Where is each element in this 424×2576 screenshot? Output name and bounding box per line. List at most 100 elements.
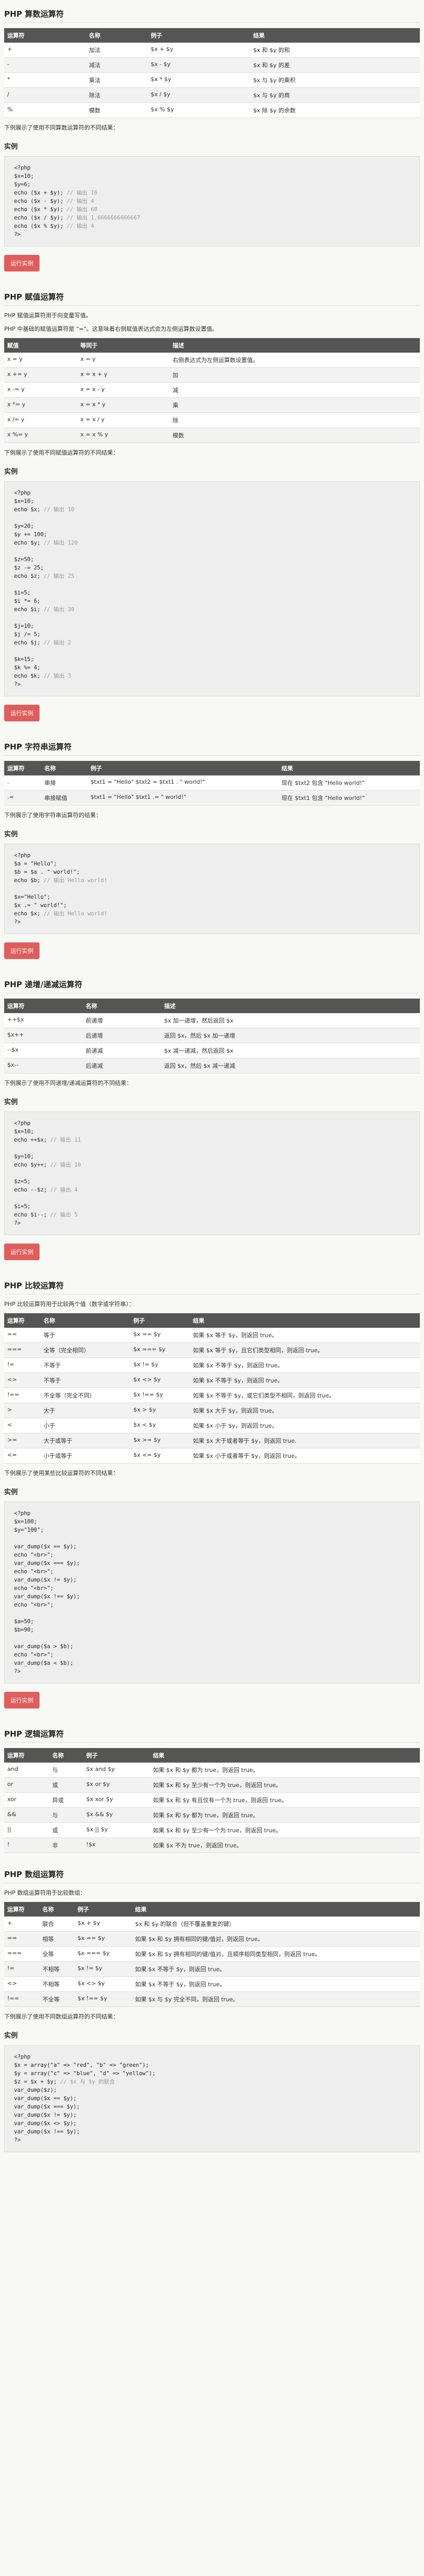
table-cell: 右侧表达式为左侧运算数设置值。 (169, 353, 420, 368)
example-note: 下例展示了使用不同算数运算符的不同结果： (4, 124, 119, 131)
table-row: x -= yx = x - y减 (4, 382, 420, 398)
table-row: != 不等于 $x != $y 如果 $x 不等于 $y，则返回 true。 (4, 1357, 420, 1373)
table-cell: x = x % y (77, 428, 170, 443)
code-line: $y=6; (14, 182, 31, 188)
run-example-button[interactable]: 运行实例 (4, 1692, 40, 1708)
column-header: 名称 (82, 999, 161, 1013)
table-cell: - (4, 57, 86, 73)
run-example-button[interactable]: 运行实例 (4, 1244, 40, 1260)
table-row: <> 不等于 $x <> $y 如果 $x 不等于 $y，则返回 true。 (4, 1373, 420, 1388)
code-line: echo $z; // 输出 25 (14, 573, 74, 579)
intro-text: PHP 中基础的赋值运算符是 "="。这意味着右侧赋值表达式会为左侧运算数设置值… (4, 326, 218, 332)
table-cell: 不相等 (39, 1961, 75, 1977)
table-cell: $x 和 $y 的联合（但不覆盖重复的键） (132, 1917, 420, 1932)
table-cell: xor (4, 1792, 49, 1808)
table-row: < 小于 $x < $y 如果 $x 小于 $y，则返回 true。 (4, 1418, 420, 1433)
code-line: echo $k; // 输出 3 (14, 673, 71, 679)
code-line: echo $y; // 输出 120 (14, 540, 78, 546)
table-cell: x += y (4, 367, 78, 383)
table-cell: ! (4, 1837, 49, 1853)
operator-table: 运算符 名称 例子 结果 == 等于 $x == $y 如果 $x 等于 $y，则返回 tru… (4, 1313, 420, 1464)
code-comment: // 输出 120 (43, 540, 78, 546)
operator-table: 运算符 名称 例子 结果. 串接 $txt1 = "Hello" $txt2 = $txt… (4, 761, 420, 806)
table-cell: x = y (77, 353, 170, 368)
table-cell: and (4, 1763, 49, 1778)
code-line: $j=10; (14, 623, 34, 629)
code-comment: // 输出 30 (43, 606, 74, 613)
section-1: PHP 赋值运算符 PHP 赋值运算符用于向变量写值。 PHP 中基础的赋值运算符是… (4, 291, 420, 726)
table-cell: . (4, 775, 42, 791)
table-cell: == (4, 1328, 41, 1343)
table-cell: >= (4, 1433, 41, 1448)
table-cell: $x-- (4, 1058, 83, 1073)
code-line: echo ($x * $y); // 输出 60 (14, 206, 98, 213)
table-cell: 与 (49, 1763, 83, 1778)
table-cell: 如果 $x 和 $y 有且仅有一个为 true，则返回 true。 (149, 1792, 420, 1808)
table-cell: 如果 $x 和 $y 至少有一个为 true，则返回 true。 (149, 1777, 420, 1793)
code-line: $i=5; (14, 590, 31, 596)
table-cell: 返回 $x，然后 $x 减一递减 (161, 1058, 420, 1073)
table-cell: x = x / y (77, 412, 170, 428)
table-cell: $x == $y (74, 1931, 132, 1947)
code-line: echo "<br>"; (14, 1552, 54, 1558)
table-row: == 相等 $x == $y 如果 $x 和 $y 拥有相同的键/值对，则返回 tru… (4, 1931, 420, 1947)
table-header-row: 运算符 名称 例子 结果 (4, 1313, 420, 1328)
table-cell: $x 与 $y 的商 (250, 87, 420, 103)
table-cell: 如果 $x 等于 $y，则返回 true。 (189, 1328, 420, 1343)
run-example-button[interactable]: 运行实例 (4, 942, 40, 959)
table-cell: 返回 $x，然后 $x 加一递增 (161, 1028, 420, 1043)
table-cell: 如果 $x 不等于 $y，或它们类型不相同，则返回 true。 (189, 1388, 420, 1403)
code-line: echo ($x % $y); // 输出 4 (14, 223, 94, 229)
code-comment: // 输出 10 (50, 1162, 81, 1168)
code-line: echo "<br>"; (14, 1585, 54, 1591)
code-line: ?> (14, 231, 21, 238)
section-4: PHP 比较运算符 PHP 比较运算符用于比较两个值（数字或字符串）： 运算符 名称例… (4, 1280, 420, 1713)
code-line: var_dump($x <> $y); (14, 2120, 77, 2127)
code-block: <?php $a = "Hello"; $b = $a . " world!";… (4, 844, 420, 934)
code-line: var_dump($a < $b); (14, 1660, 73, 1666)
code-line: $z=50; (14, 556, 34, 563)
code-comment: // 输出 11 (50, 1137, 81, 1143)
table-row: --$x 前递减 $x 减一递减，然后返回 $x (4, 1043, 420, 1058)
table-row: > 大于 $x > $y 如果 $x 大于 $y，则返回 true。 (4, 1403, 420, 1418)
table-cell: 如果 $x 和 $y 拥有相同的键/值对，且顺序相同类型相同，则返回 true。 (132, 1946, 420, 1962)
run-example-button[interactable]: 运行实例 (4, 705, 40, 721)
table-cell: && (4, 1807, 49, 1823)
example-title: 实例 (4, 831, 18, 838)
table-row: == 等于 $x == $y 如果 $x 等于 $y，则返回 true。 (4, 1328, 420, 1343)
run-example-button[interactable]: 运行实例 (4, 255, 40, 271)
table-row: $x-- 后递减 返回 $x，然后 $x 减一递减 (4, 1058, 420, 1073)
code-comment: // 输出 4 (67, 223, 94, 229)
table-cell: $x 与 $y 的乘积 (250, 72, 420, 88)
table-cell: == (4, 1931, 40, 1947)
code-comment: // $x 与 $y 的联合 (60, 2079, 115, 2085)
table-cell: 如果 $x 大于 $y，则返回 true。 (189, 1403, 420, 1418)
table-cell: 异或 (49, 1792, 83, 1808)
table-cell: 前递增 (82, 1013, 161, 1028)
code-line: <?php (14, 2054, 31, 2060)
table-cell: $x > $y (130, 1403, 190, 1418)
code-comment: // 输出 5 (50, 1212, 78, 1218)
table-cell: 如果 $x 不等于 $y，则返回 true。 (132, 1976, 420, 1992)
table-cell: x = x - y (77, 382, 170, 398)
code-line: $z = $x + $y; // $x 与 $y 的联合 (14, 2079, 115, 2085)
table-cell: $txt1 = "Hello" $txt2 = $txt1 . " world!… (87, 775, 279, 791)
table-cell: 后递减 (82, 1058, 161, 1073)
code-line: $x=10; (14, 1129, 34, 1135)
code-line: $j /= 5; (14, 631, 41, 638)
table-cell: $x or $y (83, 1777, 150, 1793)
section-0: PHP 算数运算符 运算符 名称 例子 结果 + 加法 $x + $y $x 和 $y 的和 - 减… (4, 8, 420, 276)
table-cell: $x === $y (130, 1342, 190, 1358)
table-cell: x = x + y (77, 367, 170, 383)
table-cell: or (4, 1777, 49, 1793)
code-line: ?> (14, 681, 21, 688)
code-comment: // 输出 2 (43, 640, 71, 646)
code-line: echo ++$x; // 输出 11 (14, 1137, 81, 1143)
operator-table: 赋值 等同于 描述 x = yx = y 右侧表达式为左侧运算数设置值。 x += yx … (4, 338, 420, 443)
table-cell: 如果 $x 不为 true，则返回 true。 (149, 1837, 420, 1853)
table-row: <> 不相等 $x <> $y 如果 $x 不等于 $y，则返回 true。 (4, 1976, 420, 1992)
code-line: <?php (14, 490, 31, 496)
table-cell: 前递减 (82, 1043, 161, 1058)
code-line: echo ($x + $y); // 输出 16 (14, 190, 98, 196)
table-cell: 与 (49, 1807, 83, 1823)
